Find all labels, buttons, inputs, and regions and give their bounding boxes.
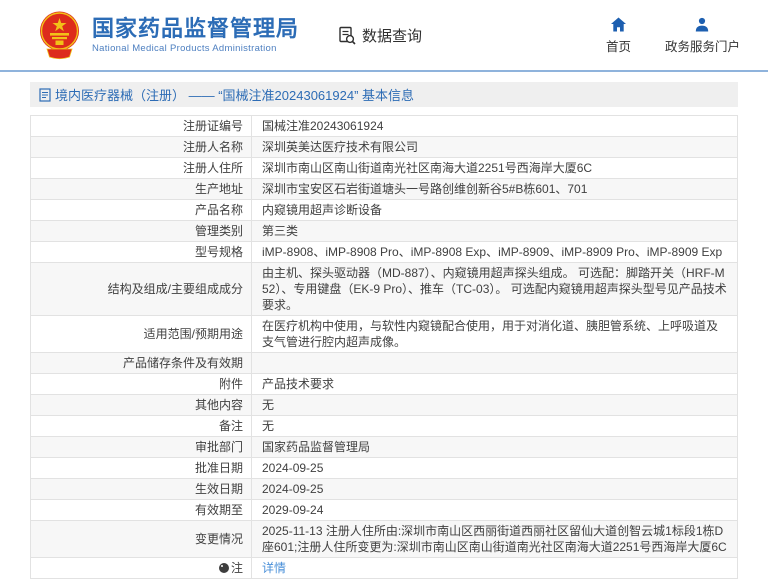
row-label: 附件 (31, 374, 252, 394)
row-label: 生产地址 (31, 179, 252, 199)
table-row-production-address: 生产地址 深圳市宝安区石岩街道塘头一号路创维创新谷5#B栋601、701 (31, 179, 737, 200)
row-value: 深圳英美达医疗技术有限公司 (262, 140, 419, 154)
nav-home-label: 首页 (605, 39, 631, 54)
note-icon (218, 563, 229, 573)
nav-gov-portal[interactable]: 政务服务门户 (665, 16, 740, 55)
table-row-structure-composition: 结构及组成/主要组成成分 由主机、探头驱动器（MD-887）、内窥镜用超声探头组… (31, 263, 737, 316)
row-value: 深圳市宝安区石岩街道塘头一号路创维创新谷5#B栋601、701 (262, 182, 588, 196)
row-label: 生效日期 (31, 479, 252, 499)
row-value: 2024-09-25 (262, 482, 324, 496)
person-icon (694, 16, 710, 32)
row-value: iMP-8908、iMP-8908 Pro、iMP-8908 Exp、iMP-8… (262, 245, 723, 259)
row-value: 深圳市南山区南山街道南光社区南海大道2251号西海岸大厦6C (262, 161, 593, 175)
table-row-other-content: 其他内容 无 (31, 395, 737, 416)
row-label: 产品名称 (31, 200, 252, 220)
row-label: 变更情况 (31, 521, 252, 557)
row-label: 有效期至 (31, 500, 252, 520)
row-value: 2029-09-24 (262, 503, 324, 517)
row-value: 由主机、探头驱动器（MD-887）、内窥镜用超声探头组成。 可选配：脚踏开关（H… (262, 266, 727, 312)
row-label: 审批部门 (31, 437, 252, 457)
row-label: 其他内容 (31, 395, 252, 415)
site-header: 国家药品监督管理局 National Medical Products Admi… (0, 0, 768, 72)
table-row-note: 注 详情 (31, 558, 737, 579)
table-row-reg-number: 注册证编号 国械注准20243061924 (31, 116, 737, 137)
page-title-bar: 境内医疗器械（注册） —— “国械注准20243061924” 基本信息 (30, 82, 738, 107)
table-row-change-history: 变更情况 2025-11-13 注册人住所由:深圳市南山区西丽街道西丽社区留仙大… (31, 521, 737, 558)
registration-info-table: 注册证编号 国械注准20243061924 注册人名称 深圳英美达医疗技术有限公… (30, 115, 738, 579)
detail-link[interactable]: 详情 (262, 560, 286, 576)
row-value: 产品技术要求 (262, 377, 335, 391)
row-label: 适用范围/预期用途 (31, 316, 252, 352)
agency-name-en: National Medical Products Administration (92, 42, 277, 54)
table-row-effective-date: 生效日期 2024-09-25 (31, 479, 737, 500)
row-label: 管理类别 (31, 221, 252, 241)
table-row-management-category: 管理类别 第三类 (31, 221, 737, 242)
table-row-remarks: 备注 无 (31, 416, 737, 437)
row-label: 结构及组成/主要组成成分 (31, 263, 252, 315)
table-row-expiry-date: 有效期至 2029-09-24 (31, 500, 737, 521)
table-row-storage-validity: 产品储存条件及有效期 (31, 353, 737, 374)
table-row-approval-date: 批准日期 2024-09-25 (31, 458, 737, 479)
nav-gov-portal-label: 政务服务门户 (664, 39, 740, 54)
row-value: 2025-11-13 注册人住所由:深圳市南山区西丽街道西丽社区留仙大道创智云城… (262, 524, 727, 554)
table-row-registrant-name: 注册人名称 深圳英美达医疗技术有限公司 (31, 137, 737, 158)
nav-home[interactable]: 首页 (606, 16, 631, 55)
row-label: 注册人住所 (31, 158, 252, 178)
agency-name-zh: 国家药品监督管理局 (92, 15, 300, 41)
table-row-model-spec: 型号规格 iMP-8908、iMP-8908 Pro、iMP-8908 Exp、… (31, 242, 737, 263)
row-label: 备注 (31, 416, 252, 436)
document-icon (39, 87, 51, 102)
row-value: 在医疗机构中使用，与软性内窥镜配合使用，用于对消化道、胰胆管系统、上呼吸道及支气… (262, 319, 719, 349)
table-row-product-name: 产品名称 内窥镜用超声诊断设备 (31, 200, 737, 221)
row-value: 无 (262, 398, 275, 412)
row-label: 注册人名称 (31, 137, 252, 157)
document-search-icon (337, 25, 358, 46)
row-value: 国械注准20243061924 (262, 119, 384, 133)
row-label: 批准日期 (31, 458, 252, 478)
table-row-intended-use: 适用范围/预期用途 在医疗机构中使用，与软性内窥镜配合使用，用于对消化道、胰胆管… (31, 316, 737, 353)
row-label: 注册证编号 (31, 116, 252, 136)
nmpa-emblem-logo (36, 10, 83, 62)
row-label: 产品储存条件及有效期 (31, 353, 252, 373)
table-row-registrant-address: 注册人住所 深圳市南山区南山街道南光社区南海大道2251号西海岸大厦6C (31, 158, 737, 179)
data-query-menu[interactable]: 数据查询 (337, 25, 422, 46)
agency-title-block: 国家药品监督管理局 National Medical Products Admi… (92, 15, 300, 54)
table-row-attachment: 附件 产品技术要求 (31, 374, 737, 395)
row-value: 详情 (252, 558, 737, 578)
table-row-approval-department: 审批部门 国家药品监督管理局 (31, 437, 737, 458)
home-icon (610, 16, 627, 32)
row-value: 无 (262, 419, 275, 433)
page-title: 境内医疗器械（注册） —— “国械注准20243061924” 基本信息 (55, 88, 415, 103)
row-value (252, 353, 737, 373)
row-value: 国家药品监督管理局 (262, 440, 371, 454)
main-content: 境内医疗器械（注册） —— “国械注准20243061924” 基本信息 注册证… (30, 82, 738, 579)
row-label: 注 (31, 558, 252, 578)
row-value: 第三类 (262, 224, 299, 238)
data-query-label: 数据查询 (362, 27, 423, 45)
row-label: 型号规格 (31, 242, 252, 262)
row-value: 内窥镜用超声诊断设备 (262, 203, 383, 217)
row-value: 2024-09-25 (262, 461, 324, 475)
